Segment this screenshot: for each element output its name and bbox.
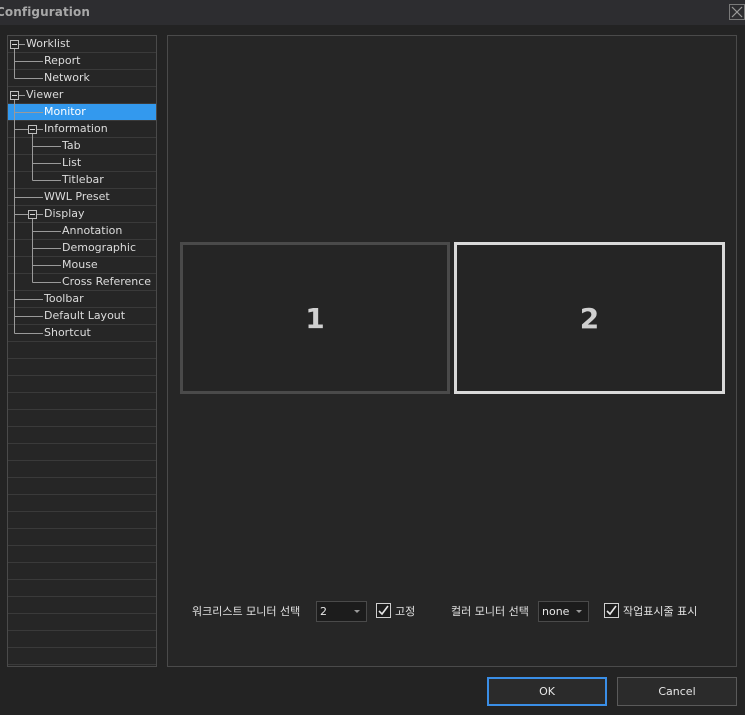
tree-item-label: Mouse bbox=[62, 258, 98, 271]
monitor-1-tile[interactable]: 1 bbox=[180, 242, 450, 394]
color-monitor-label: 컬러 모니터 선택 bbox=[451, 605, 529, 618]
taskbar-label: 작업표시줄 표시 bbox=[623, 605, 698, 618]
tree-item-label: Worklist bbox=[26, 37, 71, 50]
chevron-down-icon bbox=[354, 610, 360, 613]
tree-item-label: Network bbox=[44, 71, 90, 84]
tree-item-label: Report bbox=[44, 54, 81, 67]
color-monitor-select[interactable]: none bbox=[538, 601, 589, 622]
tree-item-viewer[interactable]: Viewer bbox=[8, 87, 156, 104]
tree-item-report[interactable]: Report bbox=[8, 53, 156, 70]
tree-item-cross-reference[interactable]: Cross Reference bbox=[8, 274, 156, 291]
tree-item-list[interactable]: List bbox=[8, 155, 156, 172]
tree-item-label: Demographic bbox=[62, 241, 136, 254]
tree-item-label: WWL Preset bbox=[44, 190, 110, 203]
tree-item-demographic[interactable]: Demographic bbox=[8, 240, 156, 257]
chevron-down-icon bbox=[576, 610, 582, 613]
worklist-monitor-label: 워크리스트 모니터 선택 bbox=[192, 605, 301, 618]
tree-item-mouse[interactable]: Mouse bbox=[8, 257, 156, 274]
cancel-button[interactable]: Cancel bbox=[617, 677, 737, 706]
tree-empty-row bbox=[8, 631, 156, 648]
tree-item-label: Display bbox=[44, 207, 85, 220]
monitor-settings-panel: 1 2 워크리스트 모니터 선택 2 고정 컬러 모니터 선택 none 작업표… bbox=[167, 35, 737, 667]
tree-empty-row bbox=[8, 444, 156, 461]
tree-empty-row bbox=[8, 410, 156, 427]
checkmark-icon bbox=[606, 605, 617, 616]
fixed-checkbox[interactable] bbox=[376, 603, 391, 618]
close-button[interactable] bbox=[729, 4, 745, 20]
tree-empty-row bbox=[8, 376, 156, 393]
tree-item-worklist[interactable]: Worklist bbox=[8, 36, 156, 53]
tree-item-default-layout[interactable]: Default Layout bbox=[8, 308, 156, 325]
tree-empty-row bbox=[8, 546, 156, 563]
tree-empty-row bbox=[8, 478, 156, 495]
taskbar-checkbox[interactable] bbox=[604, 603, 619, 618]
tree-empty-row bbox=[8, 461, 156, 478]
monitor-2-label: 2 bbox=[579, 301, 600, 335]
tree-empty-row bbox=[8, 597, 156, 614]
tree-empty-row bbox=[8, 393, 156, 410]
tree-empty-row bbox=[8, 648, 156, 665]
tree-item-label: Viewer bbox=[26, 88, 64, 101]
title-bar: Configuration bbox=[0, 0, 745, 25]
tree-item-titlebar[interactable]: Titlebar bbox=[8, 172, 156, 189]
tree-item-toolbar[interactable]: Toolbar bbox=[8, 291, 156, 308]
tree-item-tab[interactable]: Tab bbox=[8, 138, 156, 155]
ok-button[interactable]: OK bbox=[487, 677, 607, 706]
monitor-2-tile[interactable]: 2 bbox=[454, 242, 725, 394]
checkmark-icon bbox=[378, 605, 389, 616]
tree-item-monitor[interactable]: Monitor bbox=[8, 104, 156, 121]
tree-empty-row bbox=[8, 614, 156, 631]
tree-empty-row bbox=[8, 563, 156, 580]
tree-item-label: Titlebar bbox=[62, 173, 104, 186]
collapse-icon[interactable] bbox=[10, 40, 19, 49]
tree-item-shortcut[interactable]: Shortcut bbox=[8, 325, 156, 342]
collapse-icon[interactable] bbox=[28, 125, 37, 134]
tree-item-annotation[interactable]: Annotation bbox=[8, 223, 156, 240]
tree-item-label: List bbox=[62, 156, 82, 169]
tree-item-label: Default Layout bbox=[44, 309, 126, 322]
fixed-label: 고정 bbox=[395, 605, 416, 618]
tree-item-label: Annotation bbox=[62, 224, 123, 237]
tree-empty-row bbox=[8, 529, 156, 546]
monitor-1-label: 1 bbox=[305, 301, 325, 335]
tree-item-network[interactable]: Network bbox=[8, 70, 156, 87]
tree-empty-row bbox=[8, 359, 156, 376]
tree-item-label: Monitor bbox=[44, 105, 86, 118]
tree-item-label: Information bbox=[44, 122, 108, 135]
close-icon bbox=[731, 6, 743, 18]
tree-empty-row bbox=[8, 495, 156, 512]
collapse-icon[interactable] bbox=[28, 210, 37, 219]
collapse-icon[interactable] bbox=[10, 91, 19, 100]
tree-item-label: Shortcut bbox=[44, 326, 91, 339]
tree-item-wwl-preset[interactable]: WWL Preset bbox=[8, 189, 156, 206]
window-title: Configuration bbox=[0, 5, 91, 19]
tree-item-label: Tab bbox=[62, 139, 81, 152]
tree-empty-row bbox=[8, 342, 156, 359]
color-monitor-value: none bbox=[542, 605, 570, 618]
settings-tree[interactable]: Worklist Report Network Viewer Monitor Inform… bbox=[7, 35, 157, 667]
worklist-monitor-select[interactable]: 2 bbox=[316, 601, 367, 622]
tree-empty-row bbox=[8, 512, 156, 529]
tree-empty-row bbox=[8, 580, 156, 597]
worklist-monitor-value: 2 bbox=[320, 605, 327, 618]
tree-item-label: Cross Reference bbox=[62, 275, 152, 288]
tree-empty-row bbox=[8, 427, 156, 444]
tree-item-label: Toolbar bbox=[44, 292, 84, 305]
